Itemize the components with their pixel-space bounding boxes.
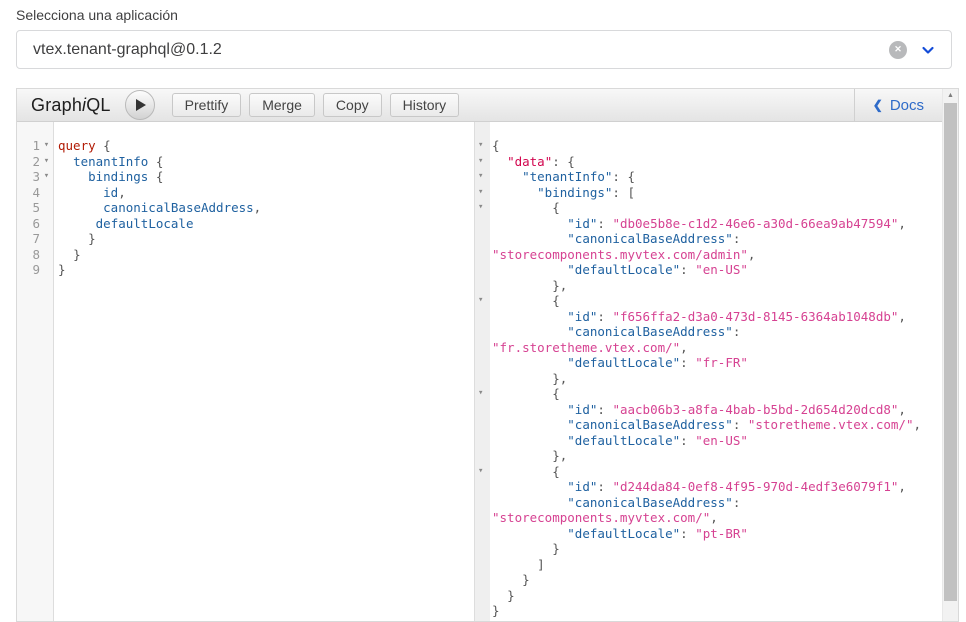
query-line: } bbox=[58, 247, 472, 263]
app-selector-label: Selecciona una aplicación bbox=[16, 7, 178, 23]
chevron-left-icon: ❮ bbox=[873, 98, 883, 112]
docs-button[interactable]: ❮ Docs bbox=[854, 89, 942, 121]
fold-arrow-icon[interactable]: ▾ bbox=[475, 185, 490, 201]
docs-label: Docs bbox=[890, 97, 924, 114]
fold-arrow-icon[interactable]: ▾ bbox=[40, 169, 53, 185]
result-line: "id": "f656ffa2-d3a0-473d-8145-6364ab104… bbox=[492, 309, 942, 325]
result-line: } bbox=[492, 572, 942, 588]
result-line: } bbox=[492, 588, 942, 604]
fold-arrow-icon[interactable]: ▾ bbox=[40, 138, 53, 154]
result-code-area: { "data": { "tenantInfo": { "bindings": … bbox=[490, 122, 942, 621]
result-line: "id": "aacb06b3-a8fa-4bab-b5bd-2d654d20d… bbox=[492, 402, 942, 418]
scrollbar-thumb[interactable] bbox=[944, 103, 957, 601]
fold-arrow-icon[interactable]: ▾ bbox=[475, 138, 490, 154]
fold-arrow-icon[interactable]: ▾ bbox=[475, 154, 490, 170]
line-number: 5 bbox=[17, 200, 40, 216]
result-line: "canonicalBaseAddress": bbox=[492, 495, 942, 511]
logo-graph: Graph bbox=[31, 95, 82, 115]
line-number: 2 bbox=[17, 154, 40, 170]
line-number: 7 bbox=[17, 231, 40, 247]
result-scrollbar[interactable]: ▲ bbox=[942, 89, 958, 621]
fold-arrow-icon[interactable]: ▾ bbox=[475, 200, 490, 216]
graphiql-panes: 1▾2▾3▾456789 query { tenantInfo { bindin… bbox=[17, 122, 942, 621]
result-line: "data": { bbox=[492, 154, 942, 170]
play-icon bbox=[136, 99, 146, 111]
fold-arrow-icon[interactable]: ▾ bbox=[475, 293, 490, 309]
query-editor[interactable]: 1▾2▾3▾456789 query { tenantInfo { bindin… bbox=[17, 122, 474, 621]
chevron-down-icon[interactable] bbox=[920, 42, 936, 58]
result-line: "canonicalBaseAddress": bbox=[492, 324, 942, 340]
result-line: { bbox=[492, 200, 942, 216]
line-number: 1 bbox=[17, 138, 40, 154]
logo-ql: QL bbox=[86, 95, 110, 115]
result-line: "defaultLocale": "pt-BR" bbox=[492, 526, 942, 542]
editor-code-area[interactable]: query { tenantInfo { bindings { id, cano… bbox=[54, 122, 474, 621]
fold-arrow-icon[interactable]: ▾ bbox=[475, 386, 490, 402]
clear-x-glyph: ✕ bbox=[894, 45, 902, 54]
line-number: 6 bbox=[17, 216, 40, 232]
line-number: 3 bbox=[17, 169, 40, 185]
scroll-up-button[interactable]: ▲ bbox=[943, 89, 958, 102]
toolbar-buttons: Prettify Merge Copy History bbox=[172, 93, 460, 117]
result-line: } bbox=[492, 541, 942, 557]
result-line: "defaultLocale": "fr-FR" bbox=[492, 355, 942, 371]
result-line: "canonicalBaseAddress": bbox=[492, 231, 942, 247]
history-button[interactable]: History bbox=[390, 93, 460, 117]
arrow-up-icon: ▲ bbox=[947, 92, 954, 99]
query-line: id, bbox=[58, 185, 472, 201]
result-line: ] bbox=[492, 557, 942, 573]
graphiql-toolbar: GraphiQL Prettify Merge Copy History ❮ D… bbox=[17, 89, 942, 122]
line-number: 9 bbox=[17, 262, 40, 278]
result-line: "bindings": [ bbox=[492, 185, 942, 201]
result-line: "fr.storetheme.vtex.com/", bbox=[492, 340, 942, 356]
result-line: "id": "db0e5b8e-c1d2-46e6-a30d-66ea9ab47… bbox=[492, 216, 942, 232]
result-line: }, bbox=[492, 278, 942, 294]
merge-button[interactable]: Merge bbox=[249, 93, 315, 117]
app-selector-value: vtex.tenant-graphql@0.1.2 bbox=[33, 41, 889, 59]
fold-arrow-icon[interactable]: ▾ bbox=[475, 169, 490, 185]
app-selector[interactable]: vtex.tenant-graphql@0.1.2 ✕ bbox=[16, 30, 952, 69]
result-line: }, bbox=[492, 448, 942, 464]
query-line: bindings { bbox=[58, 169, 472, 185]
clear-icon[interactable]: ✕ bbox=[889, 41, 907, 59]
result-line: "canonicalBaseAddress": "storetheme.vtex… bbox=[492, 417, 942, 433]
result-viewer: ▾▾▾▾▾▾▾▾ { "data": { "tenantInfo": { "bi… bbox=[474, 122, 942, 621]
result-line: } bbox=[492, 603, 942, 619]
fold-arrow-icon[interactable]: ▾ bbox=[40, 154, 53, 170]
result-line: "id": "d244da84-0ef8-4f95-970d-4edf3e607… bbox=[492, 479, 942, 495]
result-line: "defaultLocale": "en-US" bbox=[492, 433, 942, 449]
execute-button[interactable] bbox=[125, 90, 155, 120]
copy-button[interactable]: Copy bbox=[323, 93, 382, 117]
query-line: } bbox=[58, 231, 472, 247]
graphiql-container: GraphiQL Prettify Merge Copy History ❮ D… bbox=[16, 88, 959, 622]
result-line: "defaultLocale": "en-US" bbox=[492, 262, 942, 278]
query-line: } bbox=[58, 262, 472, 278]
prettify-button[interactable]: Prettify bbox=[172, 93, 242, 117]
line-number: 8 bbox=[17, 247, 40, 263]
result-line: "tenantInfo": { bbox=[492, 169, 942, 185]
graphiql-logo: GraphiQL bbox=[31, 95, 111, 116]
result-line: { bbox=[492, 386, 942, 402]
result-gutter: ▾▾▾▾▾▾▾▾ bbox=[475, 122, 490, 621]
query-line: query { bbox=[58, 138, 472, 154]
query-line: defaultLocale bbox=[58, 216, 472, 232]
editor-gutter: 1▾2▾3▾456789 bbox=[17, 122, 54, 621]
line-number: 4 bbox=[17, 185, 40, 201]
result-line: { bbox=[492, 464, 942, 480]
query-line: tenantInfo { bbox=[58, 154, 472, 170]
fold-arrow-icon[interactable]: ▾ bbox=[475, 464, 490, 480]
result-line: { bbox=[492, 293, 942, 309]
result-line: "storecomponents.myvtex.com/admin", bbox=[492, 247, 942, 263]
query-line: canonicalBaseAddress, bbox=[58, 200, 472, 216]
result-line: }, bbox=[492, 371, 942, 387]
result-line: "storecomponents.myvtex.com/", bbox=[492, 510, 942, 526]
result-line: { bbox=[492, 138, 942, 154]
